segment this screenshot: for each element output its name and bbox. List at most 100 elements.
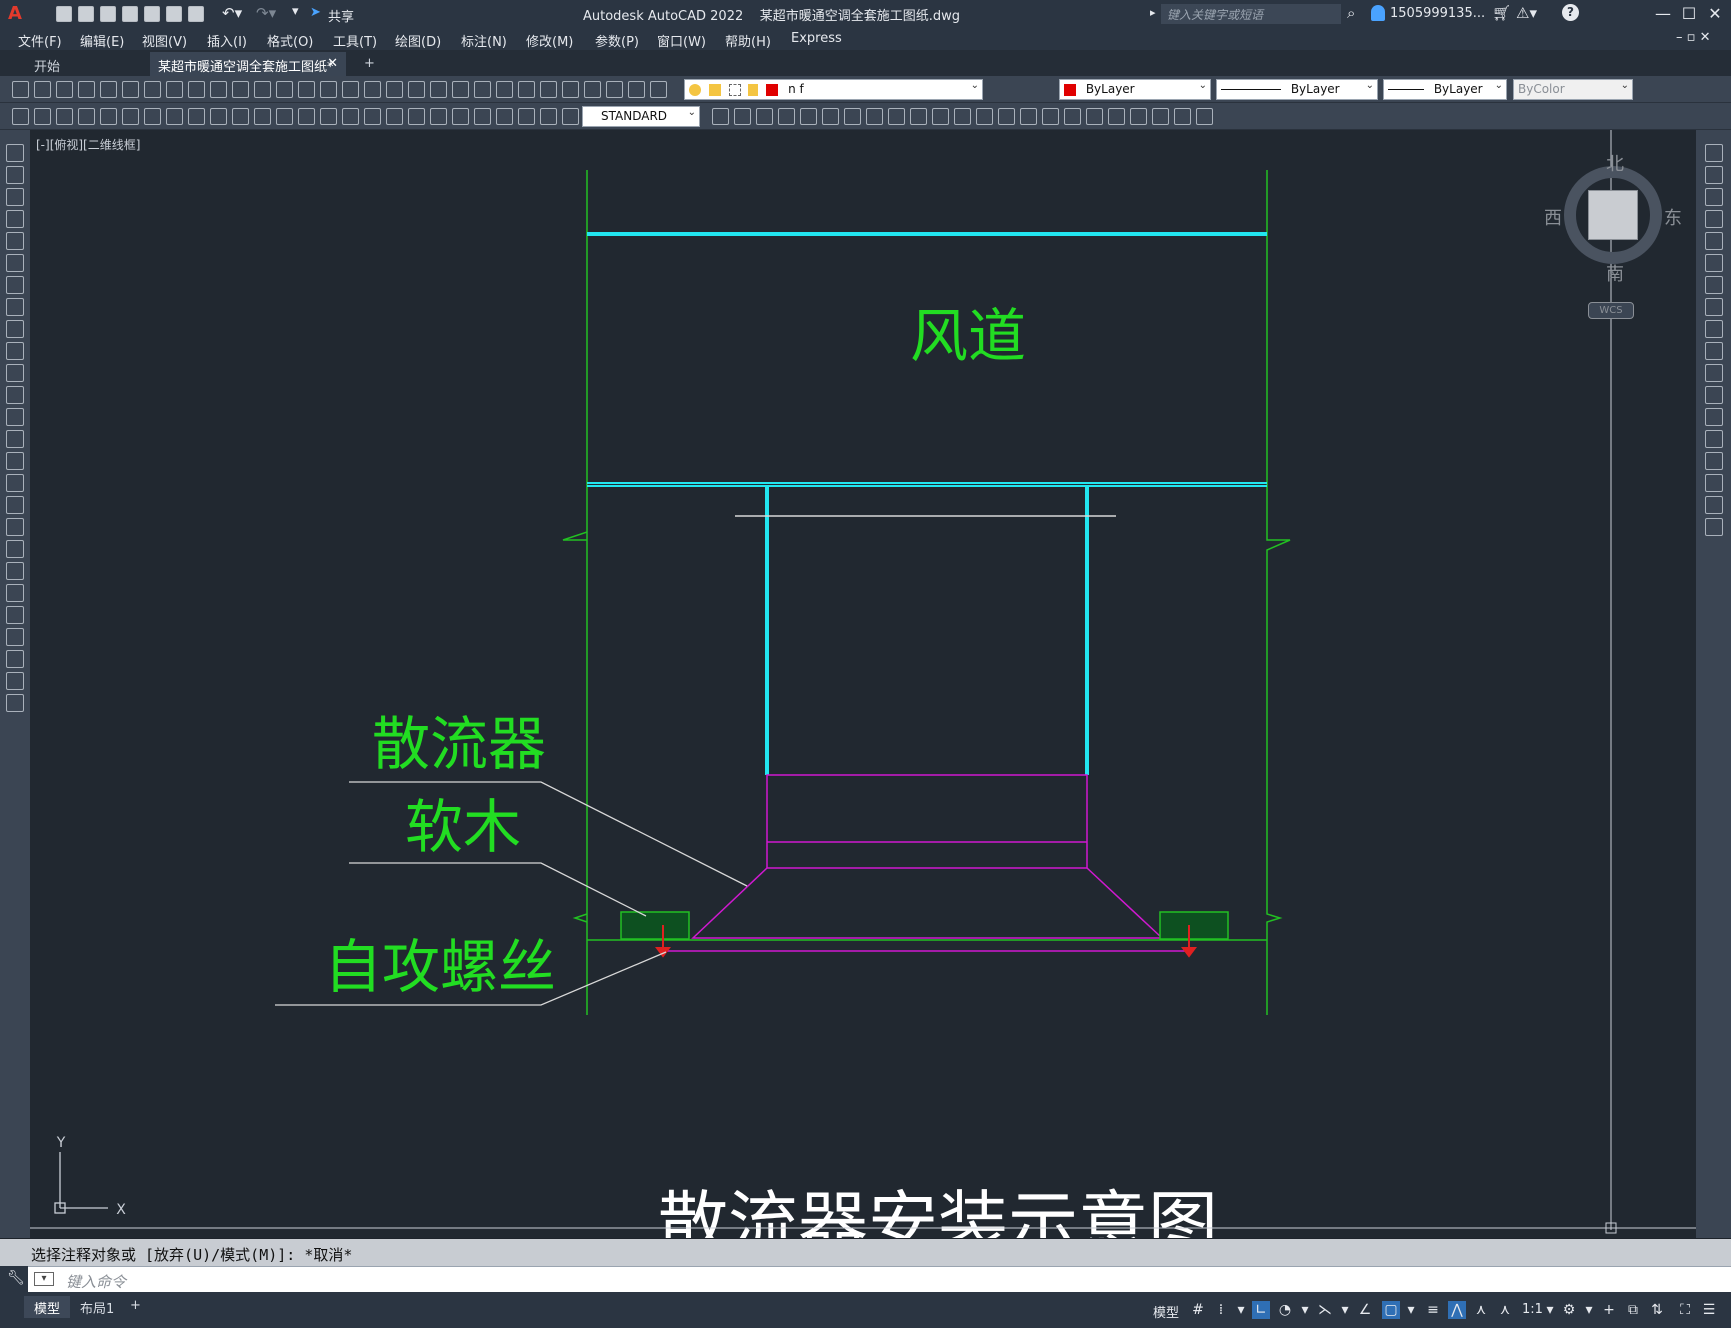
annotation-scale-value[interactable]: 1:1	[1522, 1302, 1543, 1317]
wrench-icon[interactable]: 🔧︎	[7, 1270, 25, 1286]
draw-tool-icon-12[interactable]	[6, 386, 24, 404]
draw-tool-icon-7[interactable]	[6, 276, 24, 294]
plus-icon[interactable]: +	[1600, 1301, 1618, 1319]
menu-file[interactable]: 文件(F)	[18, 31, 62, 50]
menu-modify[interactable]: 修改(M)	[526, 31, 573, 50]
modify-tool-icon-10[interactable]	[1705, 342, 1723, 360]
redo-icon[interactable]: ↷▾	[256, 4, 276, 22]
standard-tool-icon-3[interactable]	[56, 81, 73, 98]
modify-tool-icon-8[interactable]	[1705, 298, 1723, 316]
minimize-button[interactable]: —	[1652, 3, 1674, 25]
standard-tool-icon-30[interactable]	[650, 81, 667, 98]
doc-window-controls[interactable]: – ▫ ✕	[1676, 30, 1710, 45]
dimension-tool-icon-29[interactable]	[756, 108, 773, 125]
isodraft-icon[interactable]: ⋋	[1316, 1301, 1334, 1319]
standard-tool-icon-19[interactable]	[408, 81, 425, 98]
viewcube[interactable]: 北 南 东 西	[1544, 154, 1682, 285]
standard-tool-icon-24[interactable]	[518, 81, 535, 98]
dimension-tool-icon-36[interactable]	[910, 108, 927, 125]
dimension-tool-icon-32[interactable]	[822, 108, 839, 125]
dimension-tool-icon-19[interactable]	[408, 108, 425, 125]
help-icon[interactable]: ?	[1562, 4, 1579, 21]
auto-scale-icon[interactable]: ⋏	[1472, 1301, 1490, 1319]
modify-tool-icon-12[interactable]	[1705, 386, 1723, 404]
standard-tool-icon-27[interactable]	[584, 81, 601, 98]
modify-tool-icon-14[interactable]	[1705, 430, 1723, 448]
customize-qat-icon[interactable]: ▾	[292, 4, 299, 19]
isolate-objects-icon[interactable]: ⧉	[1624, 1301, 1642, 1319]
save-icon[interactable]	[100, 6, 116, 22]
standard-tool-icon-17[interactable]	[364, 81, 381, 98]
chevron-down-icon[interactable]: ▾	[1336, 1301, 1354, 1319]
dimension-tool-icon-12[interactable]	[254, 108, 271, 125]
chevron-down-icon[interactable]: ▾	[1232, 1301, 1250, 1319]
dimension-tool-icon-14[interactable]	[298, 108, 315, 125]
dimension-tool-icon-4[interactable]	[78, 108, 95, 125]
menu-express[interactable]: Express	[791, 31, 842, 46]
add-layout-button[interactable]: +	[120, 1296, 151, 1318]
dimension-tool-icon-38[interactable]	[954, 108, 971, 125]
standard-tool-icon-2[interactable]	[34, 81, 51, 98]
menu-parametric[interactable]: 参数(P)	[595, 31, 639, 50]
modify-tool-icon-17[interactable]	[1705, 496, 1723, 514]
dimension-tool-icon-25[interactable]	[540, 108, 557, 125]
share-button[interactable]: 共享	[328, 6, 354, 25]
standard-tool-icon-1[interactable]	[12, 81, 29, 98]
lineweight-dropdown[interactable]: ByLayer ⌄	[1383, 79, 1507, 100]
dimension-tool-icon-37[interactable]	[932, 108, 949, 125]
dimension-tool-icon-48[interactable]	[1174, 108, 1191, 125]
color-dropdown[interactable]: ByLayer ⌄	[1059, 79, 1211, 100]
standard-tool-icon-22[interactable]	[474, 81, 491, 98]
standard-tool-icon-10[interactable]	[210, 81, 227, 98]
dimension-tool-icon-21[interactable]	[452, 108, 469, 125]
dimension-tool-icon-46[interactable]	[1130, 108, 1147, 125]
chevron-right-icon[interactable]: ▸	[1150, 6, 1156, 19]
wcs-menu[interactable]: WCS	[1588, 302, 1634, 319]
chevron-down-icon[interactable]: ▾	[1296, 1301, 1314, 1319]
modify-tool-icon-16[interactable]	[1705, 474, 1723, 492]
chevron-down-icon[interactable]: ▾	[1402, 1301, 1420, 1319]
dimension-tool-icon-42[interactable]	[1042, 108, 1059, 125]
tab-model[interactable]: 模型	[24, 1296, 71, 1318]
model-space-button[interactable]: 模型	[1153, 1302, 1179, 1321]
clean-screen-icon[interactable]: ⛶	[1676, 1301, 1694, 1319]
modify-tool-icon-18[interactable]	[1705, 518, 1723, 536]
autocad-logo-icon[interactable]: A	[8, 4, 26, 24]
standard-tool-icon-9[interactable]	[188, 81, 205, 98]
draw-tool-icon-9[interactable]	[6, 320, 24, 338]
draw-tool-icon-22[interactable]	[6, 606, 24, 624]
standard-tool-icon-20[interactable]	[430, 81, 447, 98]
dimension-tool-icon-18[interactable]	[386, 108, 403, 125]
standard-tool-icon-11[interactable]	[232, 81, 249, 98]
customization-menu-icon[interactable]: ☰	[1700, 1301, 1718, 1319]
dimension-tool-icon-33[interactable]	[844, 108, 861, 125]
dimension-tool-icon-41[interactable]	[1020, 108, 1037, 125]
standard-tool-icon-8[interactable]	[166, 81, 183, 98]
modify-tool-icon-15[interactable]	[1705, 452, 1723, 470]
draw-tool-icon-3[interactable]	[6, 188, 24, 206]
menu-window[interactable]: 窗口(W)	[657, 31, 706, 50]
tab-start[interactable]: 开始	[26, 52, 146, 76]
search-input[interactable]: 键入关键字或短语	[1161, 4, 1341, 24]
draw-tool-icon-17[interactable]	[6, 496, 24, 514]
linetype-dropdown[interactable]: ByLayer ⌄	[1216, 79, 1378, 100]
open-file-icon[interactable]	[78, 6, 94, 22]
dimension-tool-icon-8[interactable]	[166, 108, 183, 125]
draw-tool-icon-16[interactable]	[6, 474, 24, 492]
draw-tool-icon-23[interactable]	[6, 628, 24, 646]
dimension-tool-icon-1[interactable]	[12, 108, 29, 125]
draw-tool-icon-21[interactable]	[6, 584, 24, 602]
draw-tool-icon-19[interactable]	[6, 540, 24, 558]
compass-south[interactable]: 南	[1606, 260, 1624, 286]
draw-tool-icon-8[interactable]	[6, 298, 24, 316]
standard-tool-icon-23[interactable]	[496, 81, 513, 98]
dimension-tool-icon-3[interactable]	[56, 108, 73, 125]
save-as-icon[interactable]	[122, 6, 138, 22]
dimension-tool-icon-28[interactable]	[734, 108, 751, 125]
dimension-tool-icon-13[interactable]	[276, 108, 293, 125]
dimension-tool-icon-23[interactable]	[496, 108, 513, 125]
dimension-tool-icon-40[interactable]	[998, 108, 1015, 125]
text-style-dropdown[interactable]: STANDARD ⌄	[582, 106, 700, 127]
dimension-tool-icon-47[interactable]	[1152, 108, 1169, 125]
standard-tool-icon-5[interactable]	[100, 81, 117, 98]
